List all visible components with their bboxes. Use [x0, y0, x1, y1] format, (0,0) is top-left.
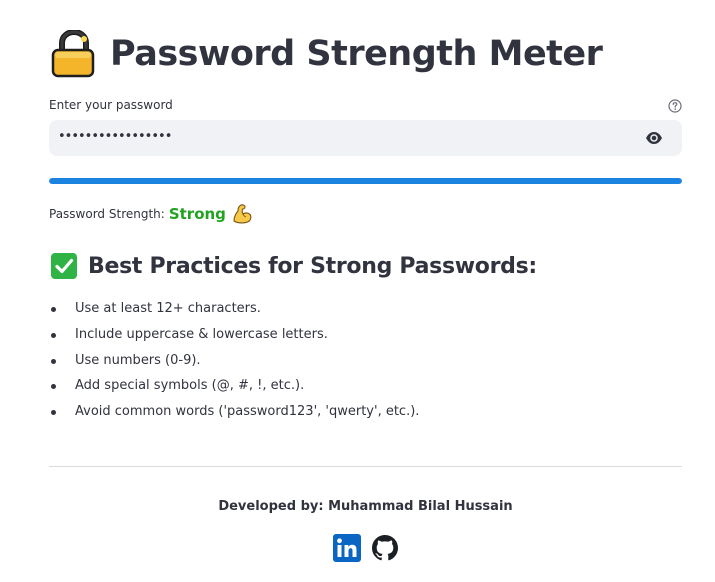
strength-value: Strong: [168, 205, 226, 223]
password-input[interactable]: •••••••••••••••••: [49, 120, 682, 156]
page-header: Password Strength Meter: [50, 30, 603, 78]
check-mark-button-icon: [51, 253, 77, 279]
locked-padlock-icon: [51, 30, 95, 78]
social-links: [333, 534, 399, 562]
list-item: Include uppercase & lowercase letters.: [49, 326, 419, 352]
flexed-biceps-icon: [233, 204, 252, 224]
password-masked-value[interactable]: •••••••••••••••••: [58, 129, 172, 144]
strength-indicator: Password Strength: Strong: [49, 203, 253, 225]
list-item: Avoid common words ('password123', 'qwer…: [49, 403, 419, 429]
linkedin-icon[interactable]: [333, 534, 361, 562]
eye-icon[interactable]: [645, 130, 663, 146]
password-field-label: Enter your password: [49, 98, 173, 112]
strength-progress-bar: [49, 178, 682, 184]
best-practices-list: Use at least 12+ characters. Include upp…: [49, 300, 419, 429]
footer-divider: [49, 466, 682, 467]
question-circle-icon[interactable]: [668, 99, 682, 113]
developer-credit: Developed by: Muhammad Bilal Hussain: [218, 499, 513, 514]
page-title: Password Strength Meter: [110, 34, 603, 74]
strength-label: Password Strength:: [49, 207, 165, 221]
best-practices-heading: Best Practices for Strong Passwords:: [88, 253, 537, 279]
strength-progress-fill: [49, 178, 682, 184]
app-page: Password Strength Meter Enter your passw…: [0, 0, 715, 582]
best-practices-header: Best Practices for Strong Passwords:: [50, 252, 537, 280]
github-icon[interactable]: [371, 534, 399, 562]
list-item: Use at least 12+ characters.: [49, 300, 419, 326]
list-item: Add special symbols (@, #, !, etc.).: [49, 377, 419, 403]
list-item: Use numbers (0-9).: [49, 352, 419, 378]
